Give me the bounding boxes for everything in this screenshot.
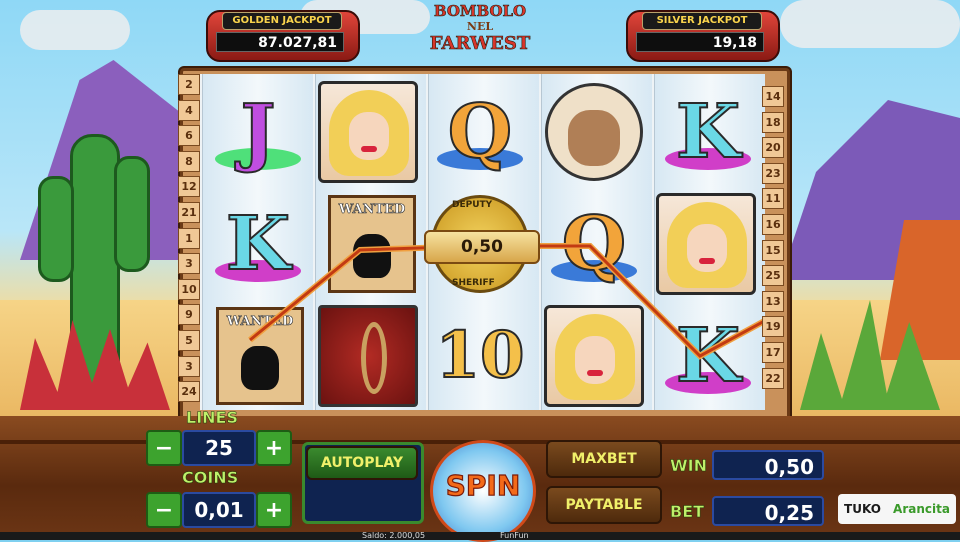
- silver-jackpot-value: 19,18: [636, 32, 764, 52]
- win-label: WIN: [670, 456, 708, 476]
- payline-number-9[interactable]: 9: [178, 304, 200, 326]
- payline-number-8[interactable]: 8: [178, 150, 200, 172]
- payline-number-21[interactable]: 21: [178, 202, 200, 223]
- lines-minus-button[interactable]: −: [146, 430, 182, 466]
- coins-minus-button[interactable]: −: [146, 492, 182, 528]
- maxbet-button[interactable]: MAXBET: [546, 440, 662, 478]
- status-bar: [0, 532, 960, 540]
- lines-value: 25: [182, 430, 256, 466]
- golden-jackpot: GOLDEN JACKPOT 87.027,81: [206, 2, 360, 62]
- status-text: FunFun: [500, 531, 529, 540]
- win-line-amount: 0,50: [424, 230, 540, 264]
- payline-number-20[interactable]: 20: [762, 137, 784, 159]
- payline-number-25[interactable]: 25: [762, 265, 784, 287]
- payline-number-3[interactable]: 3: [178, 253, 200, 275]
- payline-number-10[interactable]: 10: [178, 278, 200, 300]
- tuko-logo: TUKO: [844, 502, 881, 516]
- payline-number-12[interactable]: 12: [178, 176, 200, 198]
- autoplay-button[interactable]: AUTOPLAY: [306, 446, 418, 480]
- silver-jackpot: SILVER JACKPOT 19,18: [626, 2, 780, 62]
- spin-button[interactable]: SPIN: [430, 440, 536, 542]
- payline-number-6[interactable]: 6: [178, 125, 200, 147]
- payline-number-22[interactable]: 22: [762, 367, 784, 389]
- coins-value: 0,01: [182, 492, 256, 528]
- payline-number-17[interactable]: 17: [762, 342, 784, 363]
- payline-number-13[interactable]: 13: [762, 290, 784, 312]
- payline-number-23[interactable]: 23: [762, 162, 784, 184]
- payline-number-11[interactable]: 11: [762, 188, 784, 210]
- payline-number-3[interactable]: 3: [178, 355, 200, 377]
- payline-number-5[interactable]: 5: [178, 330, 200, 351]
- balance-text: Saldo: 2.000,05: [362, 531, 426, 540]
- win-value: 0,50: [712, 450, 824, 480]
- coins-plus-button[interactable]: +: [256, 492, 292, 528]
- payline-number-18[interactable]: 18: [762, 111, 784, 133]
- arancita-logo: Arancita: [893, 502, 950, 516]
- bet-value: 0,25: [712, 496, 824, 526]
- coins-label: COINS: [182, 468, 239, 488]
- spin-label: SPIN: [445, 468, 521, 502]
- payline-number-19[interactable]: 19: [762, 316, 784, 338]
- payline-number-1[interactable]: 1: [178, 227, 200, 249]
- payline-number-14[interactable]: 14: [762, 86, 784, 107]
- golden-jackpot-label: GOLDEN JACKPOT: [222, 12, 342, 30]
- brand-logos: TUKO Arancita: [838, 494, 956, 524]
- payline-number-16[interactable]: 16: [762, 214, 784, 235]
- silver-jackpot-label: SILVER JACKPOT: [642, 12, 762, 30]
- payline-number-15[interactable]: 15: [762, 239, 784, 261]
- payline-number-4[interactable]: 4: [178, 99, 200, 121]
- payline-number-2[interactable]: 2: [178, 74, 200, 95]
- lines-label: LINES: [186, 408, 239, 428]
- bet-label: BET: [670, 502, 705, 522]
- game-logo: BOMBOLO NEL FARWEST: [429, 2, 531, 55]
- payline-number-24[interactable]: 24: [178, 381, 200, 403]
- golden-jackpot-value: 87.027,81: [216, 32, 344, 52]
- lines-plus-button[interactable]: +: [256, 430, 292, 466]
- paytable-button[interactable]: PAYTABLE: [546, 486, 662, 524]
